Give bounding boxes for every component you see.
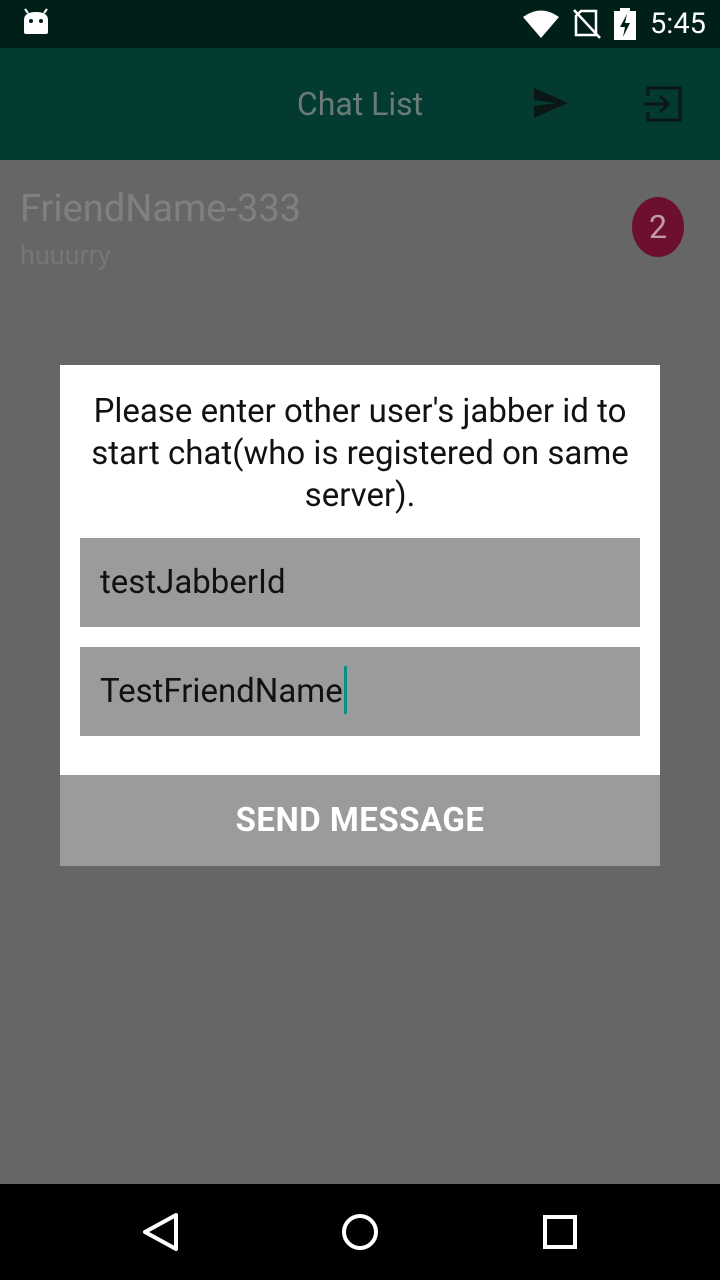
jabber-id-value: testJabberId	[100, 563, 286, 602]
app-bar: Chat List	[0, 48, 720, 160]
android-icon	[24, 8, 48, 34]
battery-charging-icon	[614, 8, 636, 40]
page-title: Chat List	[296, 85, 424, 123]
back-icon[interactable]	[140, 1212, 180, 1252]
friend-name: FriendName-333	[20, 187, 302, 231]
home-icon[interactable]	[340, 1212, 380, 1252]
start-chat-dialog: Please enter other user's jabber id to s…	[60, 365, 660, 775]
friend-name-input[interactable]: TestFriendName	[80, 647, 640, 736]
no-sim-icon	[573, 9, 601, 39]
dialog-message: Please enter other user's jabber id to s…	[91, 392, 629, 515]
send-icon[interactable]	[532, 86, 570, 120]
recents-icon[interactable]	[542, 1214, 578, 1250]
unread-badge: 2	[632, 197, 684, 257]
friend-name-value: TestFriendName	[100, 672, 343, 711]
friend-name-value-wrapper: TestFriendName	[100, 666, 347, 715]
text-cursor	[343, 666, 347, 715]
navigation-bar	[0, 1184, 720, 1280]
last-message-preview: huuurry	[20, 239, 111, 271]
jabber-id-input[interactable]: testJabberId	[80, 538, 640, 627]
status-time: 5:45	[650, 7, 706, 41]
exit-icon[interactable]	[644, 84, 684, 124]
wifi-icon	[523, 10, 559, 38]
status-bar: 5:45	[0, 0, 720, 48]
send-message-button[interactable]: SEND MESSAGE	[60, 775, 660, 866]
chat-list-item[interactable]: FriendName-333 huuurry 2	[0, 160, 720, 290]
